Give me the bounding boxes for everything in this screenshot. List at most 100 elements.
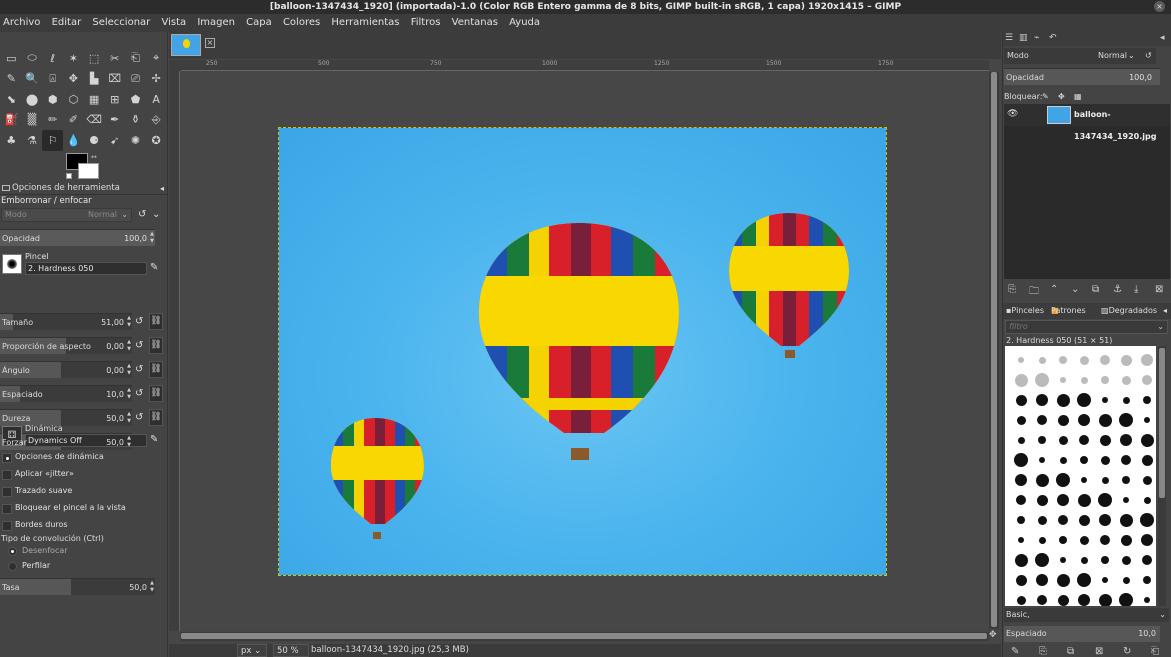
duplicate-layer-icon[interactable]: ⧉ bbox=[1092, 284, 1099, 295]
tool-button[interactable]: 💧 bbox=[63, 130, 84, 151]
brush-thumbnail[interactable] bbox=[1143, 396, 1151, 404]
brush-thumbnail[interactable] bbox=[1100, 455, 1110, 465]
brush-thumbnail[interactable] bbox=[1120, 434, 1132, 446]
tool-button[interactable]: ⌫ bbox=[84, 110, 105, 131]
menu-seleccionar[interactable]: Seleccionar bbox=[92, 17, 150, 28]
brush-grid[interactable] bbox=[1005, 346, 1156, 606]
delete-brush-icon[interactable]: ⊠ bbox=[1095, 646, 1103, 657]
brush-thumbnail[interactable] bbox=[1098, 413, 1112, 427]
spin-arrows-icon[interactable]: ▲ ▼ bbox=[127, 315, 131, 329]
lock-position-icon[interactable]: ✥ bbox=[1058, 90, 1065, 103]
tool-button[interactable]: ⛽ bbox=[1, 110, 22, 131]
tool-slider[interactable]: Espaciado 10,0 ▲ ▼ bbox=[0, 385, 132, 402]
radio-button[interactable] bbox=[8, 547, 17, 556]
brush-thumbnail[interactable] bbox=[1101, 476, 1109, 484]
brush-thumbnail[interactable] bbox=[1099, 434, 1111, 446]
brush-thumbnail[interactable] bbox=[1036, 494, 1048, 506]
undo-history-tab-icon[interactable]: ↶ bbox=[1049, 33, 1057, 43]
canvas[interactable] bbox=[181, 72, 989, 629]
close-window-button[interactable]: × bbox=[1154, 1, 1165, 12]
brush-tabs-menu-icon[interactable]: ◂ bbox=[1163, 303, 1167, 319]
checkbox[interactable] bbox=[2, 521, 12, 531]
checkbox-row[interactable]: Opciones de dinámica bbox=[0, 452, 168, 466]
brush-thumbnail[interactable] bbox=[1078, 594, 1090, 606]
brush-thumbnail[interactable] bbox=[1080, 556, 1088, 564]
tool-button[interactable]: ▦ bbox=[84, 89, 105, 110]
brush-thumbnail[interactable] bbox=[1018, 357, 1024, 363]
brush-thumbnail[interactable] bbox=[1039, 457, 1045, 463]
edit-dynamics-icon[interactable]: ✎ bbox=[150, 434, 158, 445]
brush-thumbnail[interactable] bbox=[1015, 574, 1027, 586]
brush-thumbnail[interactable] bbox=[1098, 593, 1112, 606]
menu-archivo[interactable]: Archivo bbox=[3, 17, 40, 28]
tool-button[interactable]: ⬢ bbox=[42, 89, 63, 110]
brush-thumbnail[interactable] bbox=[1035, 373, 1049, 387]
tool-button[interactable]: ▙ bbox=[84, 69, 105, 90]
tool-button[interactable]: ℓ bbox=[42, 48, 63, 69]
brush-thumbnail[interactable] bbox=[1014, 553, 1028, 567]
brush-thumbnail[interactable] bbox=[1121, 455, 1131, 465]
brush-thumbnail[interactable] bbox=[1060, 557, 1066, 563]
tool-button[interactable]: ⌧ bbox=[104, 69, 125, 90]
brush-thumbnail[interactable] bbox=[1015, 474, 1027, 486]
link-icon[interactable]: ⛓ bbox=[149, 361, 163, 378]
default-colors-icon[interactable] bbox=[66, 173, 72, 179]
delete-layer-icon[interactable]: ⊠ bbox=[1155, 284, 1163, 295]
radio-row[interactable]: Desenfocar bbox=[0, 546, 168, 559]
tool-slider[interactable]: Tamaño 51,00 ▲ ▼ bbox=[0, 313, 132, 330]
brush-thumbnail[interactable] bbox=[1099, 514, 1111, 526]
new-layer-icon[interactable]: ⎘ bbox=[1008, 284, 1016, 295]
lower-layer-icon[interactable]: ⌄ bbox=[1071, 284, 1079, 295]
tool-button[interactable]: ⚗ bbox=[22, 130, 43, 151]
brush-spacing-slider[interactable]: Espaciado 10,0 bbox=[1004, 626, 1160, 642]
lock-alpha-icon[interactable]: ▦ bbox=[1074, 90, 1082, 103]
brush-thumbnail[interactable] bbox=[1144, 597, 1150, 603]
checkbox[interactable] bbox=[2, 470, 12, 480]
brush-thumbnail[interactable] bbox=[1035, 553, 1049, 567]
link-icon[interactable]: ⛓ bbox=[149, 385, 163, 402]
brush-thumbnail[interactable] bbox=[1079, 355, 1089, 365]
chevron-down-icon[interactable]: ⌄ bbox=[152, 209, 160, 220]
tool-button[interactable]: ⎚ bbox=[125, 69, 146, 90]
tool-button[interactable]: ⬊ bbox=[1, 89, 22, 110]
tool-button[interactable]: ✎ bbox=[1, 69, 22, 90]
brush-thumbnail[interactable] bbox=[1035, 473, 1049, 487]
brush-thumbnail[interactable] bbox=[1143, 496, 1151, 504]
menu-ayuda[interactable]: Ayuda bbox=[509, 17, 540, 28]
checkbox-row[interactable]: Bordes duros bbox=[0, 520, 168, 534]
new-group-icon[interactable]: 🗀 bbox=[1029, 284, 1039, 301]
brush-thumbnail[interactable] bbox=[1079, 435, 1089, 445]
brush-thumbnail[interactable] bbox=[1056, 573, 1070, 587]
brush-thumbnail[interactable] bbox=[1081, 477, 1087, 483]
brush-thumbnail[interactable] bbox=[1057, 594, 1069, 606]
reset-layer-mode-icon[interactable]: ↺ bbox=[1145, 48, 1152, 64]
channels-tab-icon[interactable]: ▥ bbox=[1019, 33, 1028, 43]
vertical-scrollbar-thumb[interactable] bbox=[991, 72, 997, 627]
tool-button[interactable]: 🔍 bbox=[22, 69, 43, 90]
reset-value-icon[interactable]: ↺ bbox=[135, 316, 143, 327]
brush-thumbnail[interactable] bbox=[1077, 493, 1091, 507]
swap-colors-icon[interactable]: ↔ bbox=[91, 153, 97, 161]
menu-colores[interactable]: Colores bbox=[283, 17, 320, 28]
spin-arrows-icon[interactable]: ▲ ▼ bbox=[150, 580, 154, 594]
brush-thumbnail[interactable] bbox=[1059, 536, 1067, 544]
brush-thumbnail[interactable] bbox=[1078, 514, 1090, 526]
brush-thumbnail[interactable] bbox=[1119, 413, 1133, 427]
brush-thumbnail[interactable] bbox=[1101, 376, 1109, 384]
reset-mode-icon[interactable]: ↺ bbox=[138, 209, 146, 220]
brush-thumbnail[interactable] bbox=[1120, 354, 1132, 366]
paths-tab-icon[interactable]: ⌁ bbox=[1034, 33, 1039, 43]
tool-slider[interactable]: Ángulo 0,00 ▲ ▼ bbox=[0, 361, 132, 378]
brush-thumbnail[interactable] bbox=[1036, 574, 1048, 586]
brush-thumbnail[interactable] bbox=[1122, 576, 1130, 584]
brush-thumbnail[interactable] bbox=[1143, 576, 1151, 584]
tool-button[interactable]: ➹ bbox=[104, 130, 125, 151]
brush-thumbnail[interactable] bbox=[1080, 376, 1088, 384]
brush-thumbnail[interactable] bbox=[1077, 573, 1091, 587]
brush-thumbnail[interactable] bbox=[1016, 415, 1026, 425]
ruler-corner[interactable] bbox=[169, 60, 181, 71]
reset-value-icon[interactable]: ↺ bbox=[135, 412, 143, 423]
layers-tab-icon[interactable]: ☰ bbox=[1005, 33, 1013, 43]
brush-thumbnail[interactable] bbox=[1102, 577, 1108, 583]
brush-preview[interactable] bbox=[2, 254, 22, 274]
